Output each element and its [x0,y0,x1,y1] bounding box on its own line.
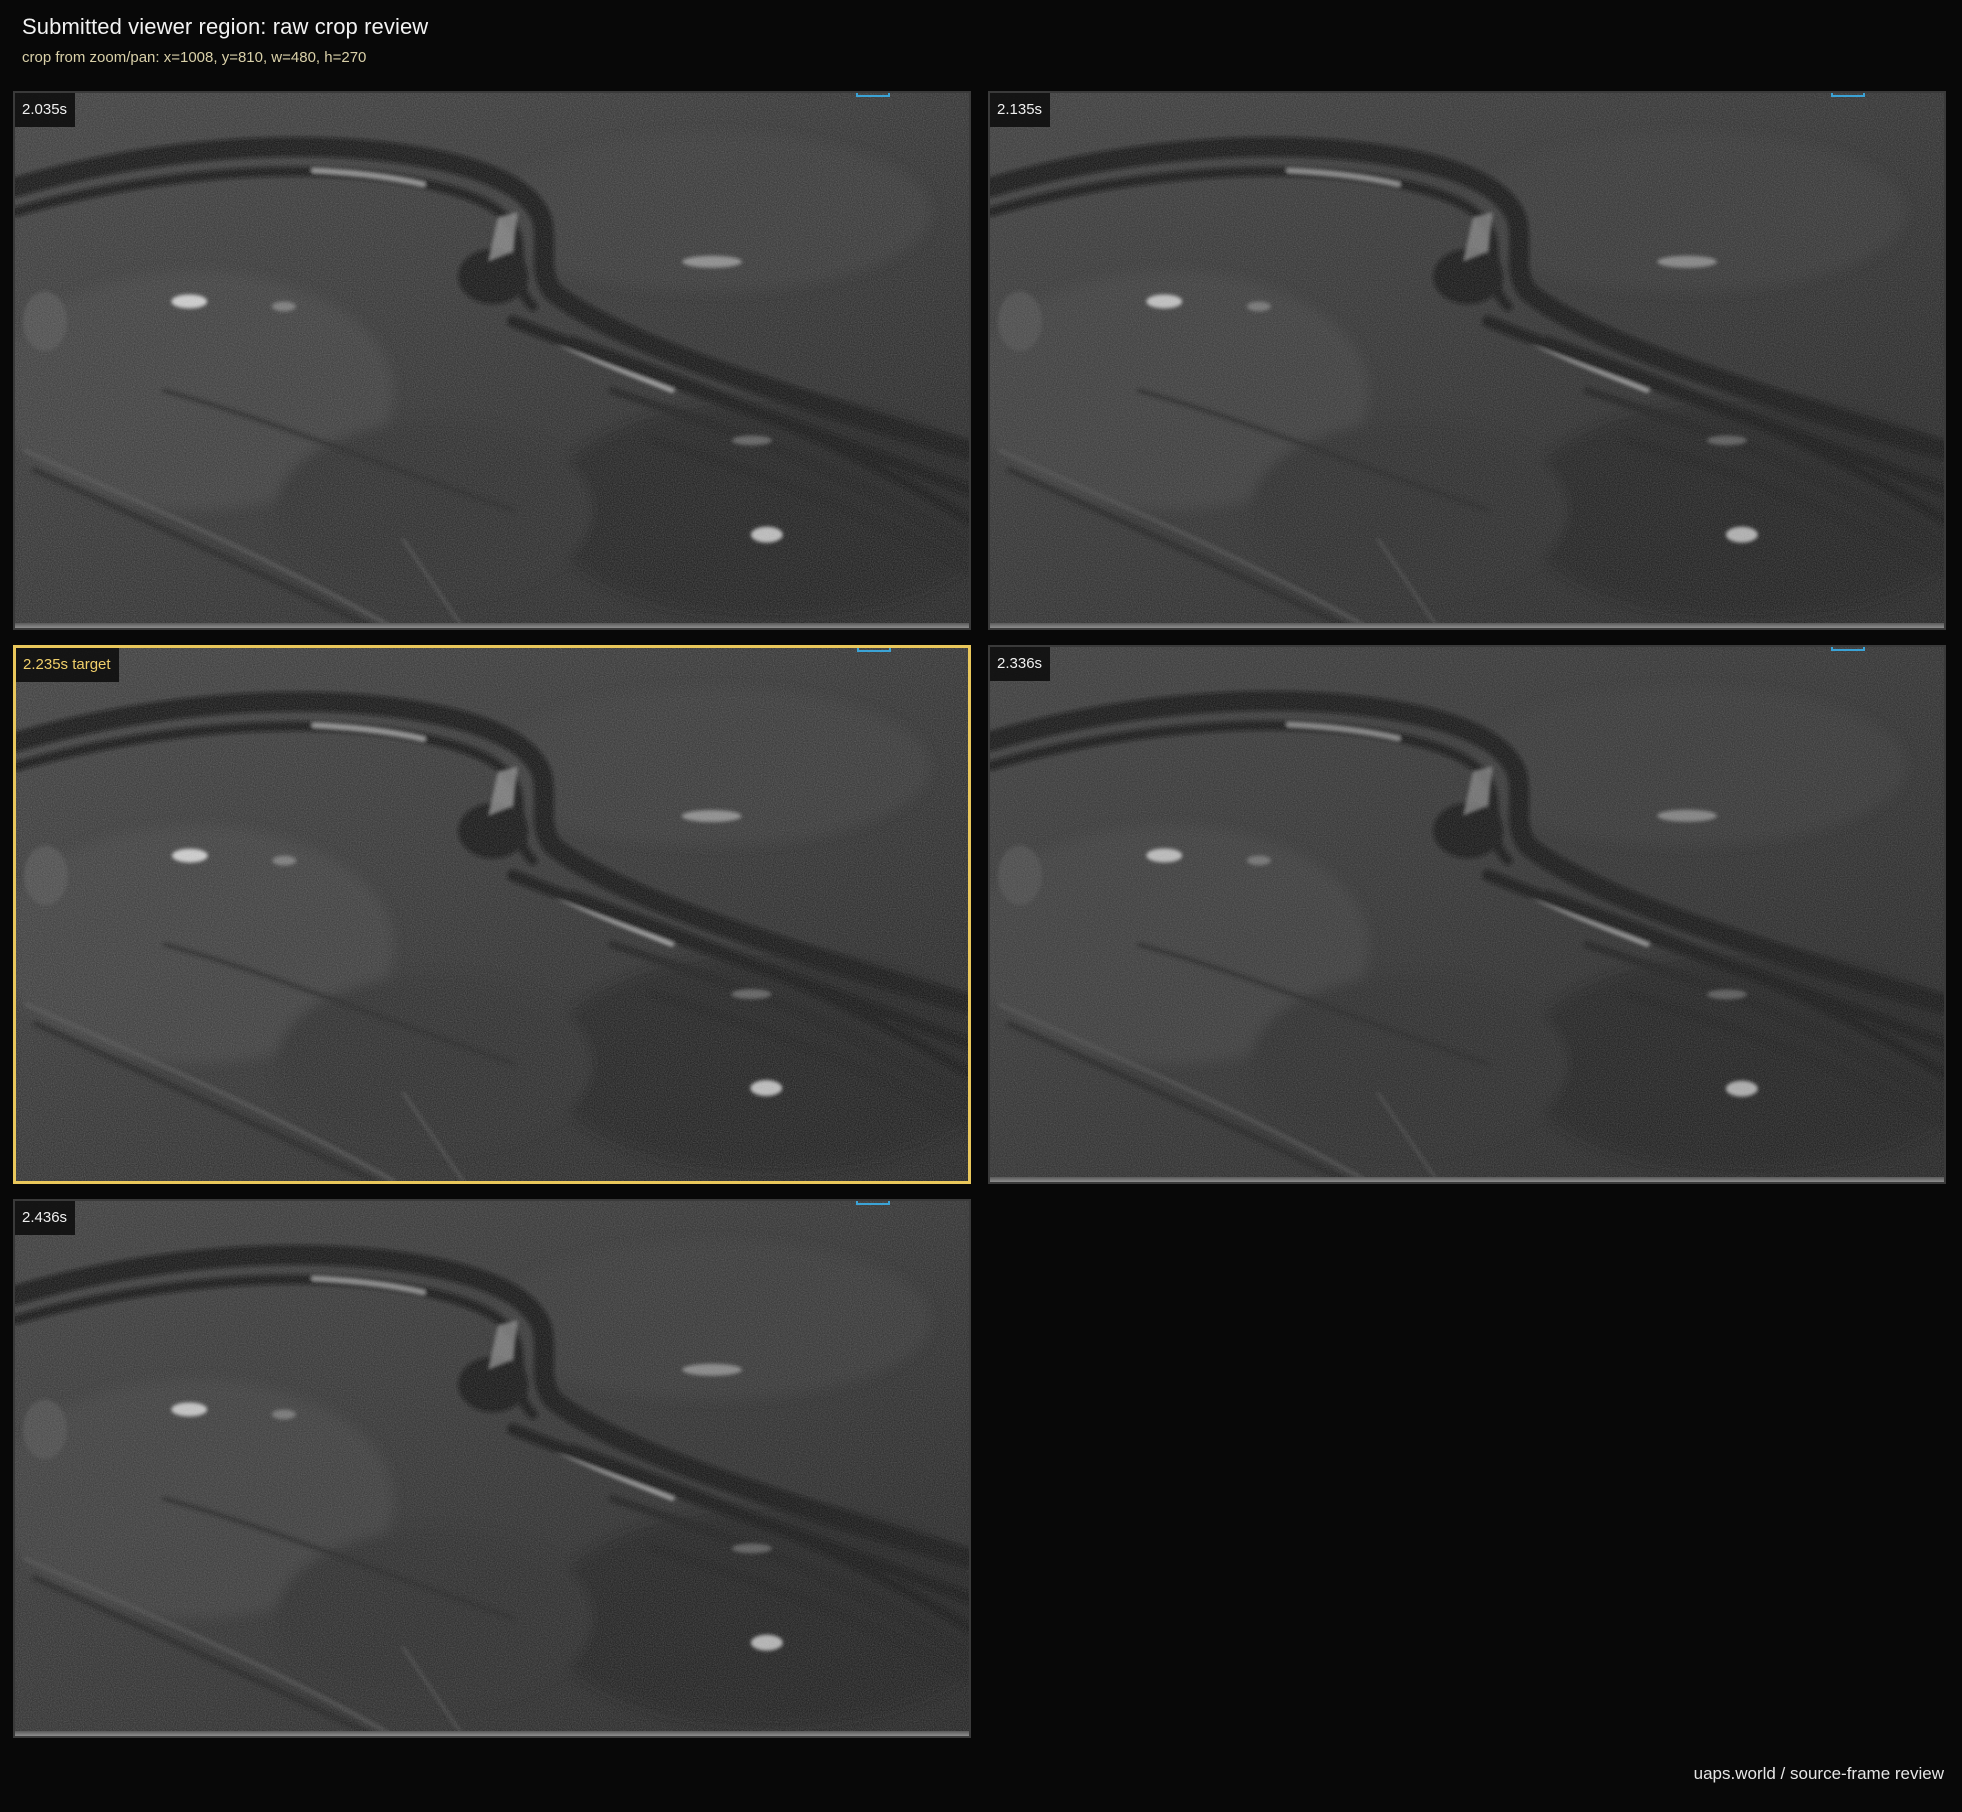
frame-thumbnail-2035[interactable]: 2.035s [13,91,971,630]
hud-marker-icon [1831,93,1865,97]
terrain-crop-image [990,647,1944,1182]
frame-timestamp-label: 2.436s [15,1201,76,1235]
terrain-crop-image [15,1201,969,1736]
terrain-crop-image [990,93,1944,628]
frame-bottom-bar [15,1731,969,1736]
terrain-crop-image [16,648,968,1181]
frame-bottom-bar [15,623,969,628]
frame-thumbnail-2135[interactable]: 2.135s [988,91,1946,630]
frame-thumbnail-2436[interactable]: 2.436s [13,1199,971,1738]
frame-timestamp-label: 2.235s target [16,648,119,682]
crop-coordinates-subtitle: crop from zoom/pan: x=1008, y=810, w=480… [22,49,367,66]
hud-marker-icon [857,648,891,652]
frame-timestamp-label: 2.135s [990,93,1051,127]
frame-bottom-bar [990,1177,1944,1182]
footer-credit: uaps.world / source-frame review [1693,1764,1944,1783]
hud-marker-icon [1831,647,1865,651]
frame-thumbnail-2235-target[interactable]: 2.235s target [13,645,971,1184]
frame-bottom-bar [990,623,1944,628]
hud-marker-icon [856,93,890,97]
page-title: Submitted viewer region: raw crop review [22,14,429,39]
frame-thumbnail-2336[interactable]: 2.336s [988,645,1946,1184]
terrain-crop-image [15,93,969,628]
hud-marker-icon [856,1201,890,1205]
frame-timestamp-label: 2.035s [15,93,76,127]
frame-timestamp-label: 2.336s [990,647,1051,681]
